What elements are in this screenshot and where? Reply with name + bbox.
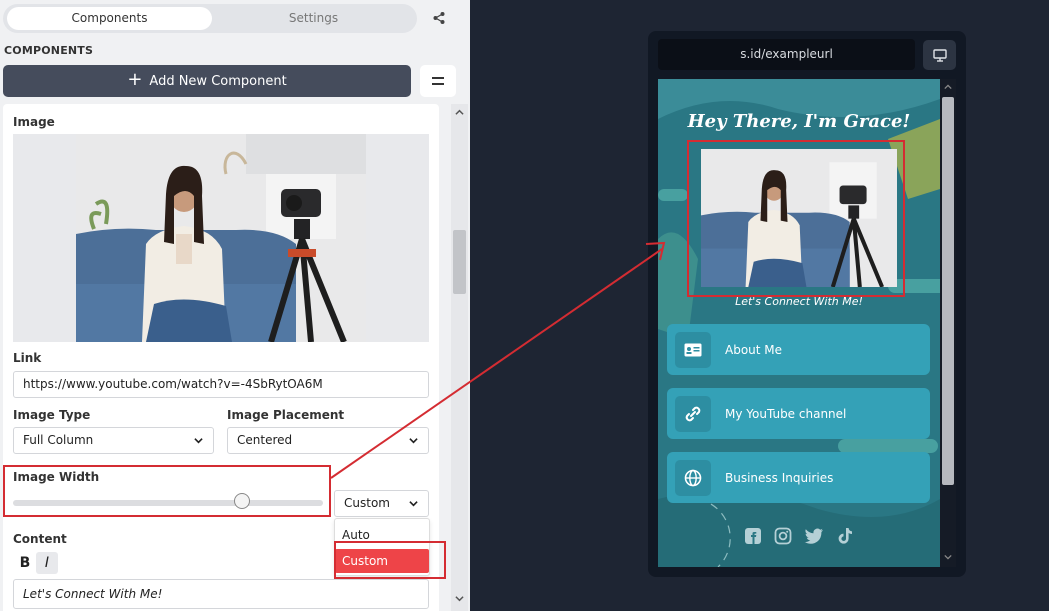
annotation-arrow <box>330 241 666 479</box>
